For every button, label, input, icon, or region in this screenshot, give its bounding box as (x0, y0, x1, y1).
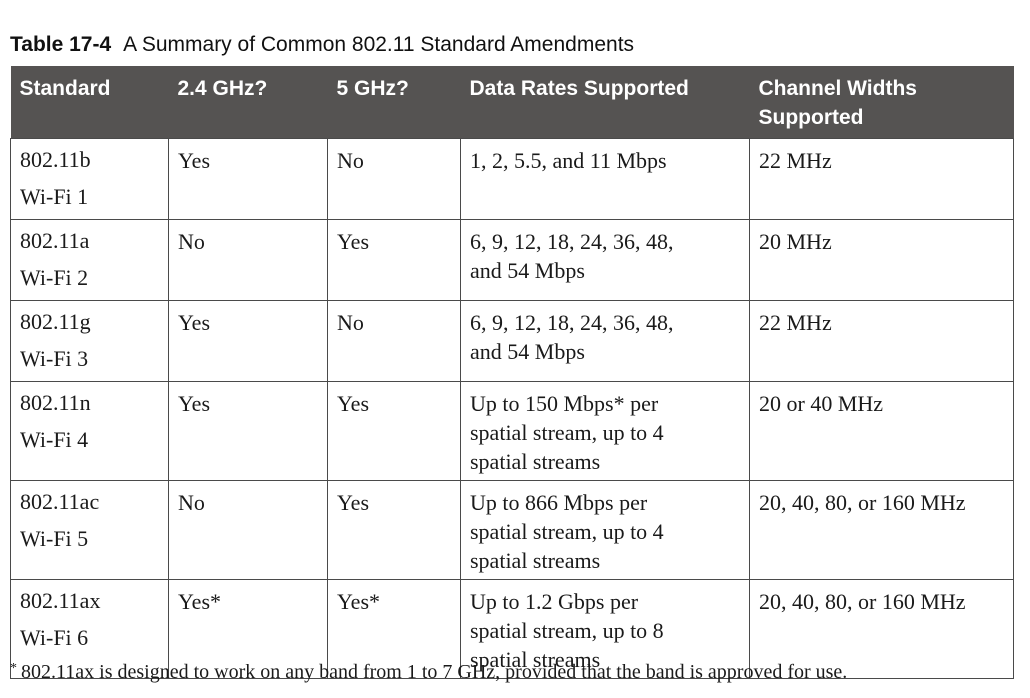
cell-standard: 802.11ac Wi-Fi 5 (10, 479, 169, 580)
wifi-generation: Wi-Fi 6 (20, 624, 89, 650)
cell-24ghz: Yes (168, 137, 328, 220)
rate-line: 1, 2, 5.5, and 11 Mbps (470, 147, 667, 173)
cell-5ghz: No (327, 299, 461, 382)
header-24ghz: 2.4 GHz? (168, 66, 328, 138)
header-data-rates: Data Rates Supported (460, 66, 750, 138)
cell-5ghz: Yes (327, 380, 461, 481)
header-5ghz: 5 GHz? (327, 66, 461, 138)
rate-line: spatial stream, up to 4 (470, 518, 664, 544)
table-row: 802.11g Wi-Fi 3 Yes No 6, 9, 12, 18, 24,… (10, 299, 1014, 382)
cell-standard: 802.11b Wi-Fi 1 (10, 137, 169, 220)
cell-data-rates: Up to 150 Mbps* per spatial stream, up t… (460, 380, 750, 481)
rate-line: and 54 Mbps (470, 257, 585, 283)
table-row: 802.11n Wi-Fi 4 Yes Yes Up to 150 Mbps* … (10, 380, 1014, 481)
wifi-generation: Wi-Fi 3 (20, 345, 89, 371)
rate-line: and 54 Mbps (470, 338, 585, 364)
footnote-text: 802.11ax is designed to work on any band… (21, 661, 848, 683)
cell-data-rates: 6, 9, 12, 18, 24, 36, 48, and 54 Mbps (460, 218, 750, 301)
rate-line: spatial stream, up to 4 (470, 419, 664, 445)
cell-channel-widths: 20, 40, 80, or 160 MHz (749, 479, 1014, 580)
cell-channel-widths: 20 MHz (749, 218, 1014, 301)
table-caption: Table 17-4 A Summary of Common 802.11 Sta… (10, 33, 634, 57)
cell-standard: 802.11g Wi-Fi 3 (10, 299, 169, 382)
cell-24ghz: Yes (168, 299, 328, 382)
standard-name: 802.11ax (20, 587, 101, 613)
rate-line: Up to 150 Mbps* per (470, 390, 659, 416)
cell-5ghz: Yes (327, 479, 461, 580)
cell-24ghz: No (168, 479, 328, 580)
wifi-generation: Wi-Fi 2 (20, 264, 89, 290)
table-title: A Summary of Common 802.11 Standard Amen… (123, 33, 635, 56)
standards-table: Standard 2.4 GHz? 5 GHz? Data Rates Supp… (10, 66, 1014, 679)
cell-data-rates: Up to 866 Mbps per spatial stream, up to… (460, 479, 750, 580)
rate-line: spatial streams (470, 448, 601, 474)
wifi-generation: Wi-Fi 4 (20, 426, 89, 452)
rate-line: 6, 9, 12, 18, 24, 36, 48, (470, 309, 674, 335)
table-number: Table 17-4 (10, 33, 112, 56)
rate-line: 6, 9, 12, 18, 24, 36, 48, (470, 228, 674, 254)
cell-24ghz: No (168, 218, 328, 301)
rate-line: Up to 866 Mbps per (470, 489, 648, 515)
wifi-generation: Wi-Fi 5 (20, 525, 89, 551)
header-channel-widths: Channel Widths Supported (749, 66, 1014, 138)
cell-5ghz: Yes (327, 218, 461, 301)
rate-line: Up to 1.2 Gbps per (470, 588, 639, 614)
rate-line: spatial stream, up to 8 (470, 617, 664, 643)
wifi-generation: Wi-Fi 1 (20, 183, 89, 209)
table-footnote: * 802.11ax is designed to work on any ban… (10, 661, 847, 684)
cell-channel-widths: 20 or 40 MHz (749, 380, 1014, 481)
header-standard: Standard (10, 66, 169, 138)
standard-name: 802.11n (20, 389, 91, 415)
cell-channel-widths: 22 MHz (749, 137, 1014, 220)
cell-24ghz: Yes (168, 380, 328, 481)
table-row: 802.11b Wi-Fi 1 Yes No 1, 2, 5.5, and 11… (10, 137, 1014, 220)
cell-data-rates: 6, 9, 12, 18, 24, 36, 48, and 54 Mbps (460, 299, 750, 382)
footnote-mark: * (10, 661, 17, 676)
standard-name: 802.11a (20, 227, 90, 253)
cell-standard: 802.11a Wi-Fi 2 (10, 218, 169, 301)
standard-name: 802.11b (20, 146, 91, 172)
cell-channel-widths: 22 MHz (749, 299, 1014, 382)
table-row: 802.11ac Wi-Fi 5 No Yes Up to 866 Mbps p… (10, 479, 1014, 580)
cell-data-rates: 1, 2, 5.5, and 11 Mbps (460, 137, 750, 220)
header-row: Standard 2.4 GHz? 5 GHz? Data Rates Supp… (10, 66, 1014, 138)
standard-name: 802.11ac (20, 488, 100, 514)
standard-name: 802.11g (20, 308, 91, 334)
rate-line: spatial streams (470, 547, 601, 573)
cell-standard: 802.11n Wi-Fi 4 (10, 380, 169, 481)
table-row: 802.11a Wi-Fi 2 No Yes 6, 9, 12, 18, 24,… (10, 218, 1014, 301)
cell-5ghz: No (327, 137, 461, 220)
